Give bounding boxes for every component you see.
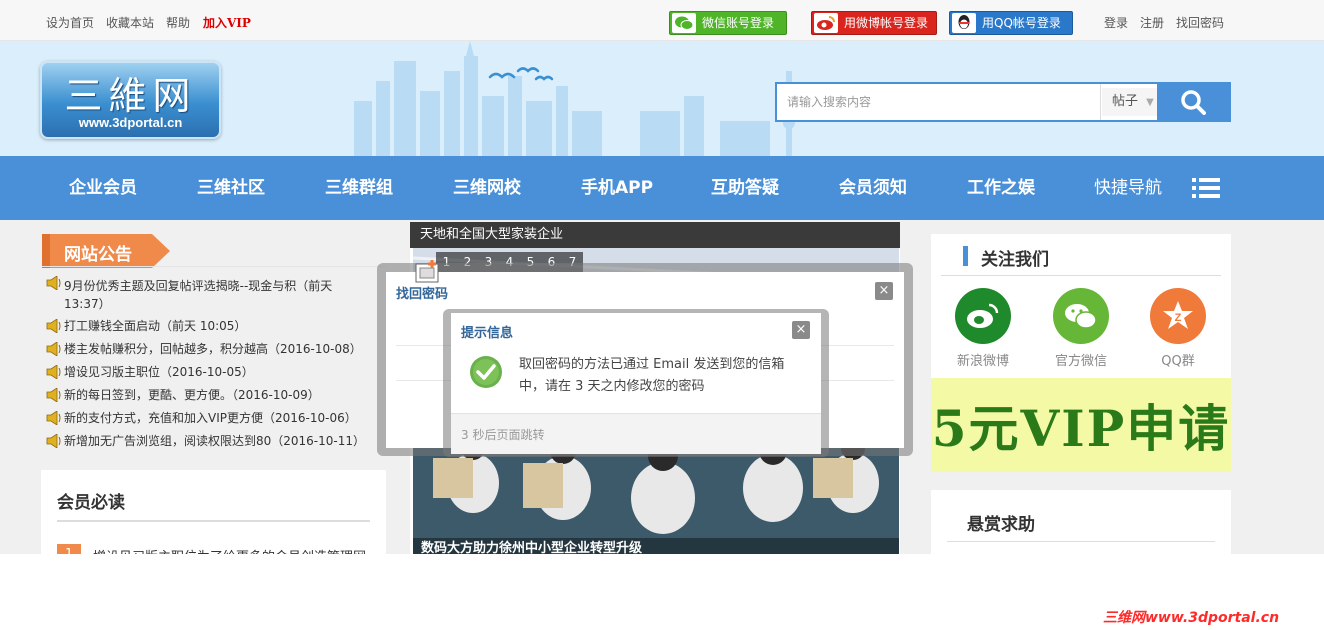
divider — [941, 275, 1221, 276]
divider — [947, 541, 1215, 542]
notice-item[interactable]: 增设见习版主职位（2016-10-05） — [46, 361, 366, 384]
weibo-icon — [814, 13, 838, 33]
wechat-login-button[interactable]: 微信账号登录 — [669, 11, 787, 35]
login-link[interactable]: 登录 — [1104, 14, 1128, 31]
notice-text: 9月份优秀主题及回复帖评选揭晓--现金与积（前天 13:37） — [64, 279, 333, 311]
follow-us-title: 关注我们 — [981, 250, 1049, 270]
site-logo[interactable]: 三維网 www.3dportal.cn — [40, 61, 221, 139]
follow-weibo[interactable]: 新浪微博 — [953, 288, 1013, 369]
follow-us-panel: 关注我们 新浪微博 官方微信 Z QQ群 — [931, 234, 1231, 378]
notice-item[interactable]: 新增加无广告浏览组，阅读权限达到80（2016-10-11） — [46, 430, 366, 453]
follow-label: 官方微信 — [1054, 354, 1107, 369]
close-icon[interactable]: × — [875, 282, 893, 300]
nav-item-quick-nav[interactable]: 快捷导航 — [1094, 156, 1162, 220]
watermark: 三维网www.3dportal.cn — [1103, 610, 1280, 626]
wechat-icon — [1053, 288, 1109, 344]
dialog-message: 取回密码的方法已通过 Email 发送到您的信箱中，请在 3 天之内修改您的密码 — [519, 357, 785, 394]
notice-item[interactable]: 打工赚钱全面启动（前天 10:05） — [46, 315, 366, 338]
weibo-icon — [955, 288, 1011, 344]
notice-item[interactable]: 新的每日签到，更酷、更方便。（2016-10-09） — [46, 384, 366, 407]
notice-item[interactable]: 9月份优秀主题及回复帖评选揭晓--现金与积（前天 13:37） — [46, 275, 366, 315]
must-read-panel: 会员必读 1 增设见习版主职位为了给更多的会员创造管理网 — [41, 470, 386, 554]
notice-text: 打工赚钱全面启动（前天 10:05） — [64, 319, 247, 333]
must-read-item[interactable]: 增设见习版主职位为了给更多的会员创造管理网 — [93, 546, 366, 554]
logo-url: www.3dportal.cn — [78, 115, 183, 130]
nav-item-school[interactable]: 三维网校 — [453, 156, 521, 220]
speaker-icon — [46, 433, 62, 456]
search-input[interactable]: 请输入搜索内容 — [777, 84, 1101, 120]
follow-label: QQ群 — [1161, 354, 1195, 369]
city-skyline-illustration — [354, 41, 797, 156]
follow-wechat[interactable]: 官方微信 — [1051, 288, 1111, 369]
notice-text: 新的支付方式，充值和加入VIP更方便（2016-10-06） — [64, 411, 357, 425]
notice-text: 新增加无广告浏览组，阅读权限达到80（2016-10-11） — [64, 434, 366, 448]
dialog-title: 找回密码 — [396, 287, 449, 302]
website: 设为首页 收藏本站 帮助 加入VIP 微信账号登录 用微博帐号登录 用QQ帐号登… — [0, 0, 1324, 554]
weibo-login-label: 用微博帐号登录 — [844, 16, 929, 30]
qq-login-label: 用QQ帐号登录 — [982, 16, 1061, 30]
page: 设为首页 收藏本站 帮助 加入VIP 微信账号登录 用微博帐号登录 用QQ帐号登… — [0, 0, 1324, 630]
slide-bottom-caption[interactable]: 数码大方助力徐州中小型企业转型升级 — [413, 538, 899, 554]
reward-help-panel: 悬赏求助 — [931, 490, 1231, 554]
register-link[interactable]: 注册 — [1140, 14, 1164, 31]
qq-login-button[interactable]: 用QQ帐号登录 — [949, 11, 1073, 35]
dialog-title: 提示信息 — [461, 326, 514, 341]
qq-icon — [952, 13, 976, 33]
nav-item-qa[interactable]: 互助答疑 — [711, 156, 779, 220]
dropdown-arrow-icon: ▼ — [1146, 97, 1154, 108]
notice-text: 增设见习版主职位（2016-10-05） — [64, 365, 254, 379]
notice-list: 9月份优秀主题及回复帖评选揭晓--现金与积（前天 13:37） 打工赚钱全面启动… — [46, 275, 366, 453]
nav-item-rules[interactable]: 会员须知 — [839, 156, 907, 220]
speaker-icon — [46, 275, 62, 295]
notice-text: 新的每日签到，更酷、更方便。（2016-10-09） — [64, 388, 320, 402]
menu-list-icon[interactable] — [1192, 178, 1220, 198]
divider — [42, 266, 386, 267]
wechat-login-label: 微信账号登录 — [702, 16, 775, 30]
close-icon[interactable]: × — [792, 321, 810, 339]
reward-help-title: 悬赏求助 — [967, 515, 1035, 535]
svg-text:Z: Z — [1175, 312, 1182, 324]
dialog-footer: 3 秒后页面跳转 — [451, 413, 821, 454]
main-nav: 企业会员 三维社区 三维群组 三维网校 手机APP 互助答疑 会员须知 工作之娱… — [0, 156, 1324, 220]
notice-text: 楼主发帖赚积分，回帖越多，积分越高（2016-10-08） — [64, 342, 362, 356]
set-homepage-link[interactable]: 设为首页 — [46, 14, 94, 31]
join-vip-link[interactable]: 加入VIP — [203, 14, 251, 31]
notice-title: 网站公告 — [64, 245, 132, 265]
notice-item[interactable]: 新的支付方式，充值和加入VIP更方便（2016-10-06） — [46, 407, 366, 430]
must-read-title: 会员必读 — [57, 493, 125, 513]
slide-caption[interactable]: 天地和全国大型家装企业 — [410, 222, 900, 248]
top-bar: 设为首页 收藏本站 帮助 加入VIP 微信账号登录 用微博帐号登录 用QQ帐号登… — [0, 0, 1324, 41]
site-header: 三維网 www.3dportal.cn 请输入搜索内容 帖子 ▼ — [0, 41, 1324, 156]
notice-dialog: 提示信息 × 取回密码的方法已通过 Email 发送到您的信箱中，请在 3 天之… — [451, 313, 821, 454]
follow-label: 新浪微博 — [956, 354, 1009, 369]
vip-banner-text: 5元VIP申请 — [931, 399, 1231, 458]
follow-qq-group[interactable]: Z QQ群 — [1148, 288, 1208, 369]
recover-password-link[interactable]: 找回密码 — [1176, 14, 1224, 31]
redirect-countdown: 3 秒后页面跳转 — [461, 428, 545, 442]
search-button[interactable] — [1157, 82, 1229, 122]
wechat-icon — [672, 13, 696, 33]
success-check-icon — [470, 356, 502, 388]
bookmark-link[interactable]: 收藏本站 — [106, 14, 154, 31]
logo-text: 三維网 — [64, 74, 197, 118]
weibo-login-button[interactable]: 用微博帐号登录 — [811, 11, 937, 35]
nav-item-groups[interactable]: 三维群组 — [325, 156, 393, 220]
notice-title-tab: 网站公告 — [42, 234, 170, 268]
nav-item-enterprise[interactable]: 企业会员 — [69, 156, 137, 220]
pin-icon — [415, 260, 439, 283]
nav-item-entertainment[interactable]: 工作之娱 — [967, 156, 1035, 220]
title-accent — [963, 246, 968, 266]
nav-item-app[interactable]: 手机APP — [581, 156, 653, 220]
divider — [57, 520, 370, 522]
rank-badge: 1 — [57, 544, 81, 554]
search-icon — [1181, 90, 1206, 115]
vip-apply-banner[interactable]: 5元VIP申请 — [931, 378, 1231, 472]
search-scope-select[interactable]: 帖子 ▼ — [1102, 88, 1160, 116]
search-scope-value: 帖子 — [1112, 94, 1139, 109]
qq-group-icon: Z — [1150, 288, 1206, 344]
notice-item[interactable]: 楼主发帖赚积分，回帖越多，积分越高（2016-10-08） — [46, 338, 366, 361]
search-box: 请输入搜索内容 帖子 ▼ — [775, 82, 1231, 122]
help-link[interactable]: 帮助 — [166, 14, 190, 31]
nav-item-community[interactable]: 三维社区 — [197, 156, 265, 220]
